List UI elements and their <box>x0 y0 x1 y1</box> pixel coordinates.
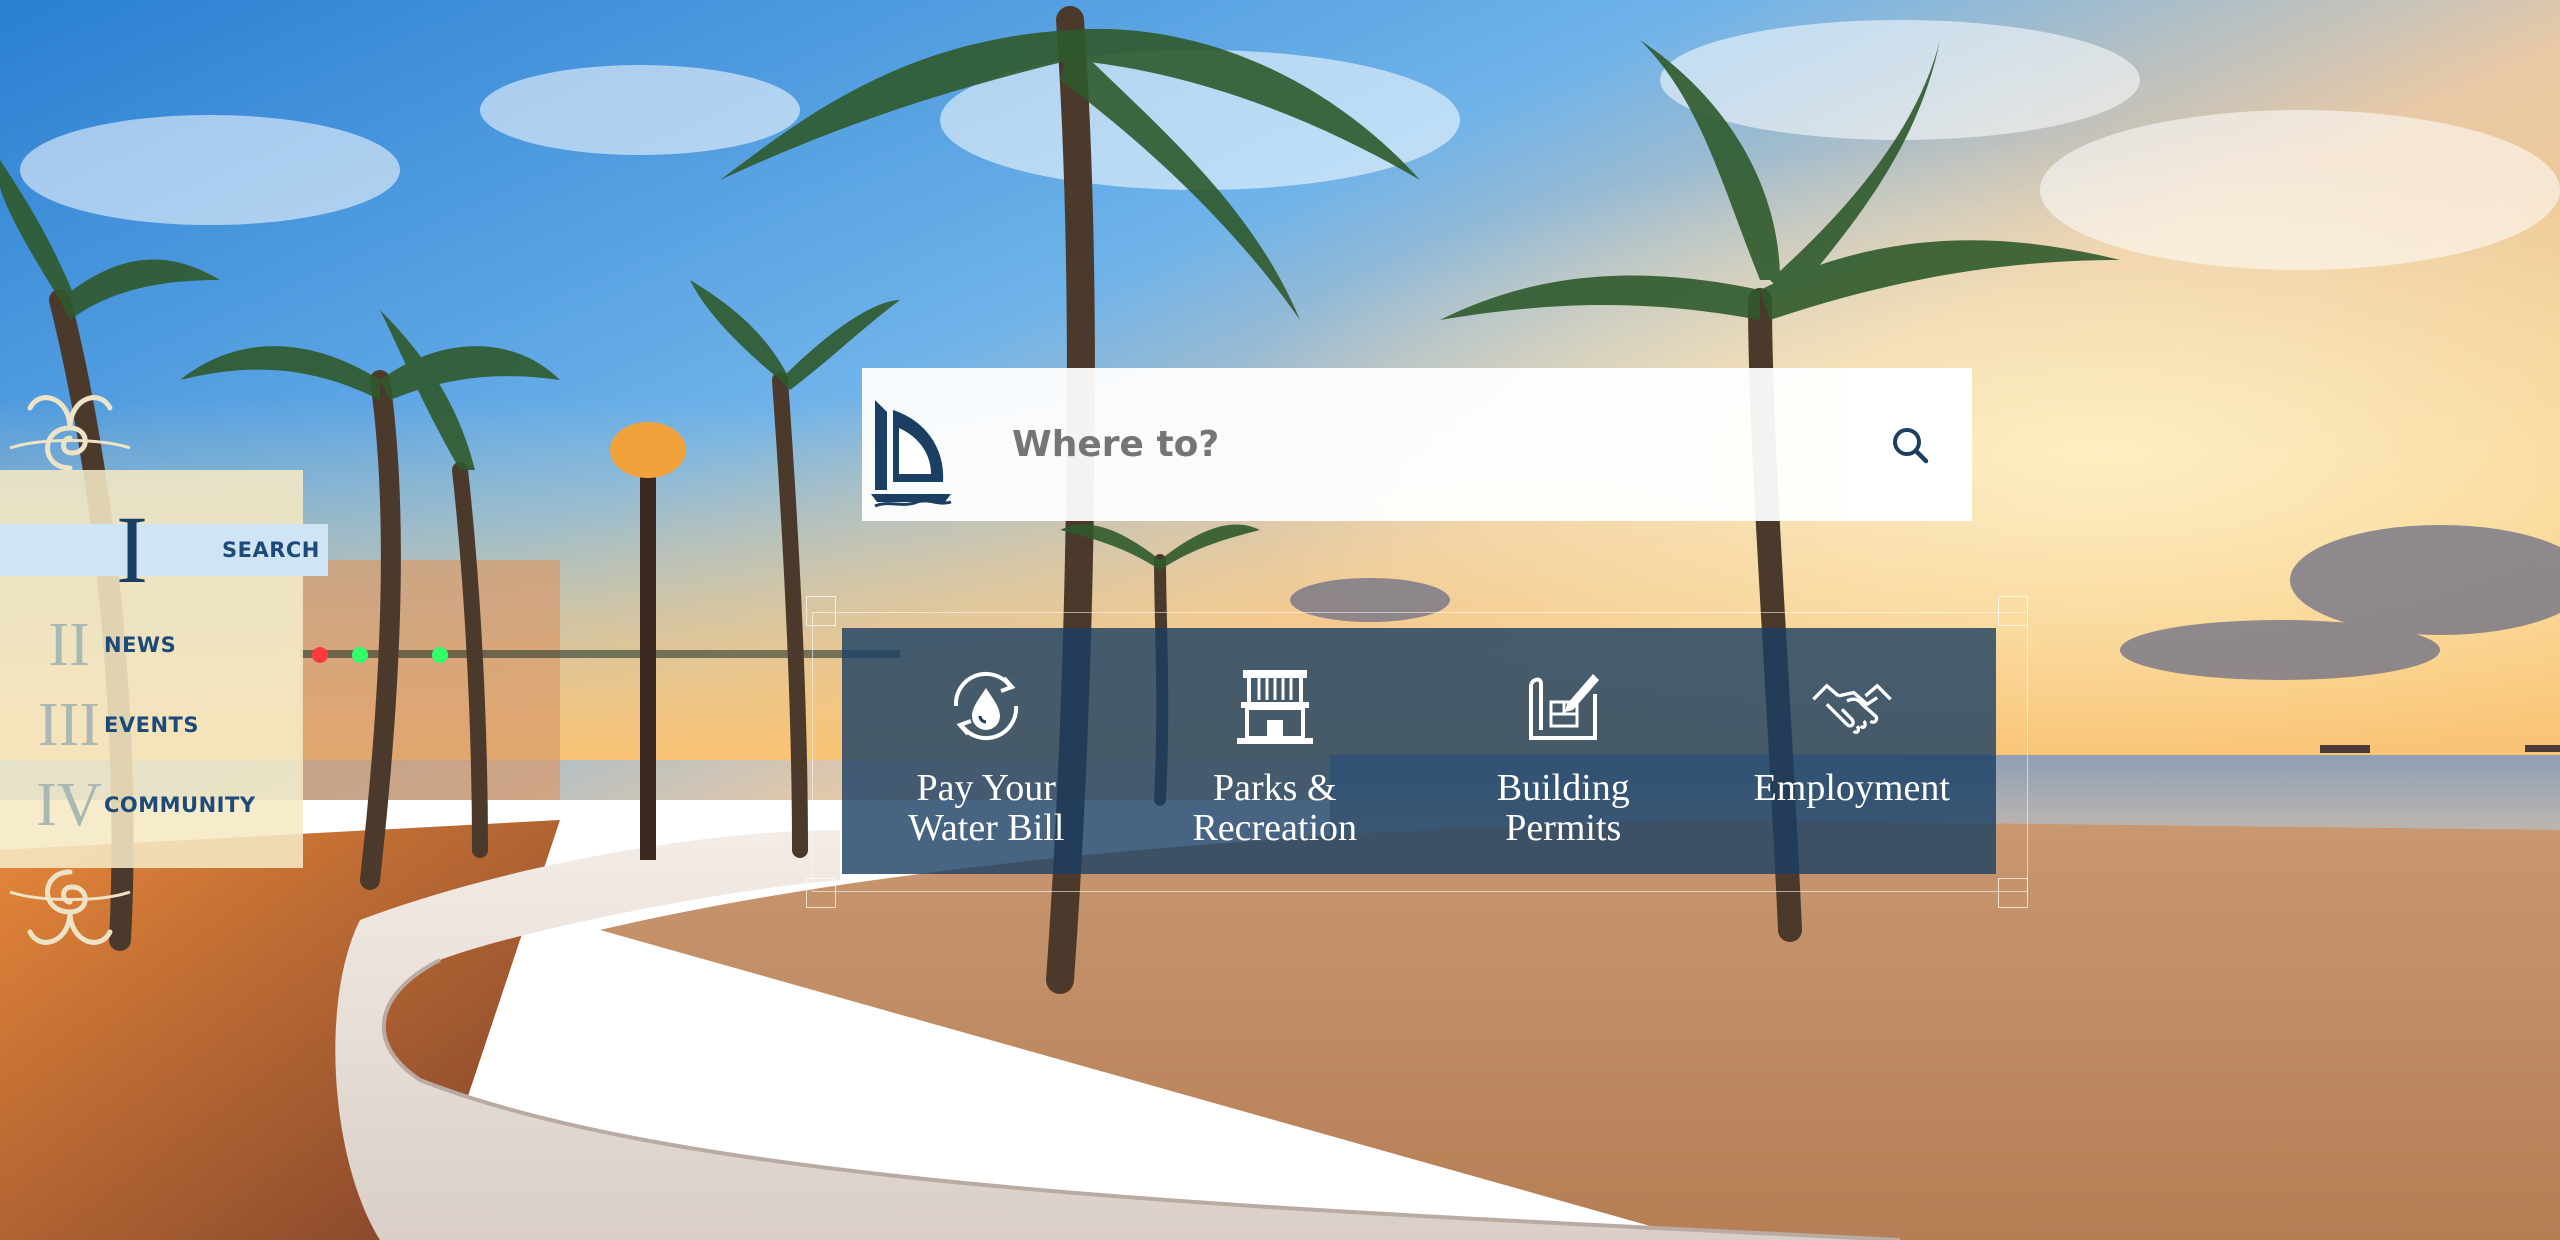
handshake-icon <box>1811 683 1892 734</box>
menu-item-community[interactable]: IV COMMUNITY <box>0 771 303 839</box>
menu-item-news[interactable]: II NEWS <box>0 611 303 679</box>
menu-numeral: IV <box>36 771 102 839</box>
frame-corner <box>806 878 836 908</box>
menu-numeral: III <box>38 691 100 759</box>
water-drop-recycle-icon <box>954 671 1019 741</box>
quick-link-parks[interactable]: Parks & Recreation <box>1145 628 1405 848</box>
menu-numeral: II <box>48 611 90 679</box>
quick-link-label: Pay Your <box>916 767 1056 809</box>
search-bar <box>862 367 1972 522</box>
frame-corner <box>1998 596 2028 626</box>
menu-label: NEWS <box>104 633 177 657</box>
search-input[interactable] <box>1010 367 1848 522</box>
section-menu: I SEARCH II NEWS III EVENTS IV COMMUNITY <box>0 470 328 868</box>
menu-label: EVENTS <box>104 713 199 737</box>
quick-links-panel: Pay Your Water Bill Parks & Recreation B… <box>842 628 1996 874</box>
lifeguard-tower-icon <box>1236 670 1313 744</box>
quick-link-label: Water Bill <box>908 807 1065 849</box>
frame-corner <box>806 596 836 626</box>
menu-label: SEARCH <box>222 538 320 562</box>
quick-link-water-bill[interactable]: Pay Your Water Bill <box>856 628 1116 848</box>
menu-numeral: I <box>116 496 148 603</box>
menu-label: COMMUNITY <box>104 793 256 817</box>
frame-corner <box>1998 878 2028 908</box>
ornament-bottom-icon <box>0 862 140 972</box>
menu-item-events[interactable]: III EVENTS <box>0 691 303 759</box>
quick-link-label: Recreation <box>1192 807 1358 849</box>
search-icon <box>1893 427 1929 463</box>
sailboat-logo-icon[interactable] <box>856 368 966 521</box>
quick-link-label: Employment <box>1753 767 1950 809</box>
quick-link-label: Permits <box>1505 807 1622 849</box>
ornament-top-icon <box>0 368 140 478</box>
quick-link-label: Parks & <box>1213 767 1337 809</box>
quick-link-label: Building <box>1496 767 1630 809</box>
search-button[interactable] <box>1848 368 1972 521</box>
quick-link-building-permits[interactable]: Building Permits <box>1433 628 1693 848</box>
menu-item-search[interactable]: I SEARCH <box>0 496 328 603</box>
quick-link-employment[interactable]: Employment <box>1722 628 1982 808</box>
blueprint-icon <box>1529 674 1600 740</box>
